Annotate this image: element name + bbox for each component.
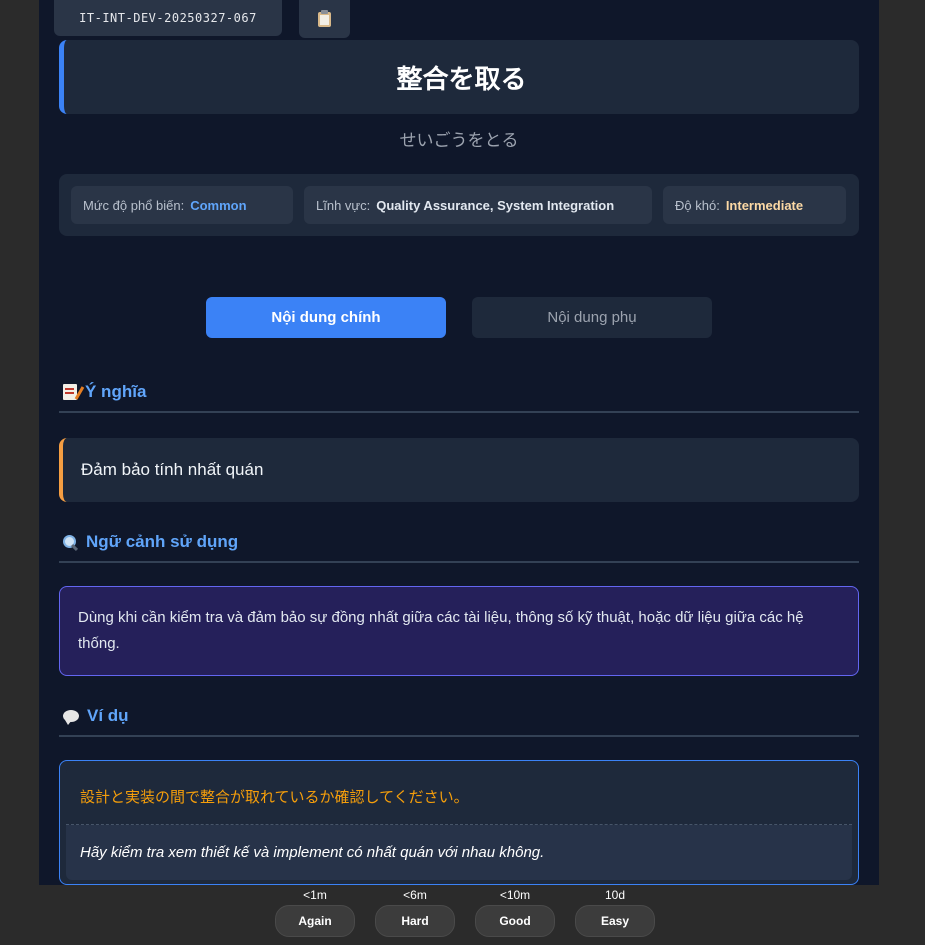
flashcard: IT-INT-DEV-20250327-067 整合を取る せいごうをとる Mứ… [39, 0, 879, 885]
popularity-value: Common [190, 197, 247, 213]
meaning-heading: Ý nghĩa [59, 373, 859, 413]
again-group: <1m Again [275, 885, 355, 937]
field-label: Lĩnh vực: [316, 197, 371, 213]
example-title: Ví dụ [87, 706, 129, 725]
meaning-text: Đảm bảo tính nhất quán [81, 460, 264, 479]
again-button[interactable]: Again [275, 905, 355, 937]
review-bar: <1m Again <6m Hard <10m Good 10d Easy [0, 885, 925, 945]
term-title: 整合を取る [59, 40, 859, 114]
clipboard-icon [318, 9, 331, 27]
metadata-panel: Mức độ phổ biến: Common Lĩnh vực: Qualit… [59, 174, 859, 236]
hard-group: <6m Hard [375, 885, 455, 937]
context-heading: Ngữ cảnh sử dụng [59, 523, 859, 563]
difficulty-value: Intermediate [725, 197, 804, 213]
easy-interval: 10d [604, 888, 626, 902]
easy-button[interactable]: Easy [575, 905, 655, 937]
context-text: Dùng khi cần kiểm tra và đảm bảo sự đồng… [78, 609, 804, 652]
hard-interval: <6m [403, 888, 427, 902]
example-japanese: 設計と実装の間で整合が取れているか確認してください。 [66, 767, 852, 825]
good-group: <10m Good [475, 885, 555, 937]
again-interval: <1m [303, 888, 327, 902]
popularity-chip: Mức độ phổ biến: Common [71, 186, 293, 224]
card-id: IT-INT-DEV-20250327-067 [54, 0, 282, 36]
example-japanese-text: 設計と実装の間で整合が取れているか確認してください。 [80, 788, 469, 806]
magnifying-glass-icon [63, 534, 78, 550]
meaning-title: Ý nghĩa [85, 382, 147, 401]
good-interval: <10m [499, 888, 531, 902]
example-vietnamese-text: Hãy kiểm tra xem thiết kế và implement c… [80, 844, 545, 861]
field-value: Quality Assurance, System Integration [376, 197, 615, 213]
copy-button[interactable] [299, 0, 350, 38]
field-chip: Lĩnh vực: Quality Assurance, System Inte… [304, 186, 652, 224]
difficulty-label: Độ khó: [675, 197, 720, 213]
term-reading: せいごうをとる [399, 131, 519, 150]
example-heading: Ví dụ [59, 697, 859, 737]
context-box: Dùng khi cần kiểm tra và đảm bảo sự đồng… [59, 586, 859, 676]
meaning-box: Đảm bảo tính nhất quán [59, 438, 859, 502]
popularity-label: Mức độ phổ biến: [83, 197, 185, 213]
difficulty-chip: Độ khó: Intermediate [663, 186, 846, 224]
example-box: 設計と実装の間で整合が取れているか確認してください。 Hãy kiểm tra … [59, 760, 859, 885]
context-title: Ngữ cảnh sử dụng [86, 532, 239, 551]
easy-group: 10d Easy [575, 885, 655, 937]
tab-sub-content[interactable]: Nội dung phụ [472, 297, 712, 338]
good-button[interactable]: Good [475, 905, 555, 937]
example-vietnamese: Hãy kiểm tra xem thiết kế và implement c… [66, 825, 852, 880]
speech-bubble-icon [63, 710, 79, 725]
hard-button[interactable]: Hard [375, 905, 455, 937]
tab-main-content[interactable]: Nội dung chính [206, 297, 446, 338]
memo-icon [63, 384, 77, 400]
